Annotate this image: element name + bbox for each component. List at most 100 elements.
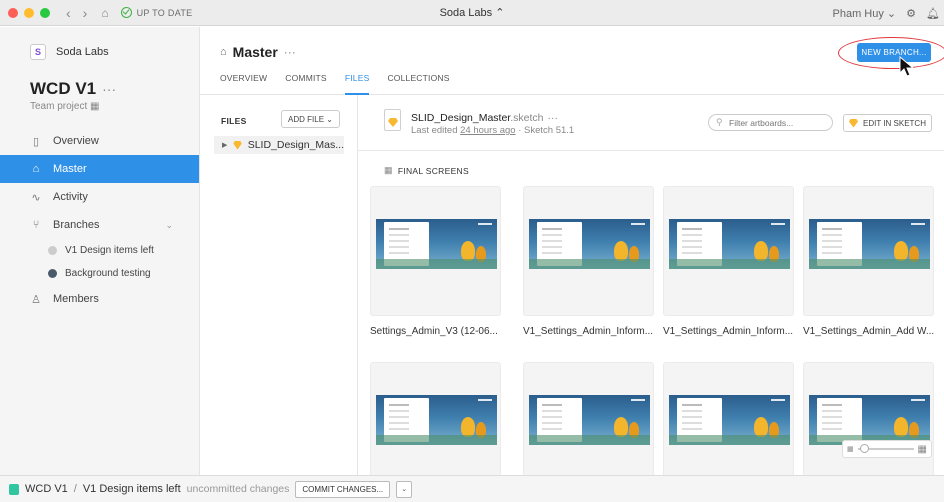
document-header: SLID_Design_Master.sketch ··· Last edited… — [358, 95, 944, 151]
add-file-button[interactable]: ADD FILE ⌄ — [281, 110, 340, 128]
file-name: SLID_Design_Mas... — [247, 139, 344, 151]
close-window-button[interactable] — [8, 7, 18, 18]
slider-track[interactable] — [857, 444, 914, 453]
meta-prefix: Last edited — [411, 125, 461, 136]
artboard-card[interactable] — [663, 362, 794, 475]
user-menu[interactable]: Pham Huy ⌄ — [833, 7, 897, 20]
artboard-card[interactable] — [370, 362, 501, 475]
sidebar-item-activity[interactable]: ∿ Activity — [0, 183, 199, 211]
branch-menu-button[interactable]: ··· — [284, 45, 296, 59]
forward-arrow-icon[interactable]: › — [83, 5, 88, 21]
sketch-file-icon — [233, 140, 242, 150]
project-menu-button[interactable]: ··· — [102, 81, 116, 97]
last-edited-link[interactable]: 24 hours ago — [460, 125, 515, 136]
meta-suffix: · Sketch 51.1 — [515, 125, 575, 136]
sync-status-label: UP TO DATE — [136, 7, 193, 18]
artboard-card[interactable] — [803, 186, 934, 316]
window-controls — [8, 7, 50, 18]
large-grid-icon[interactable]: ▦ — [918, 444, 927, 455]
nav-arrows: ‹ › — [66, 5, 87, 21]
tab-overview[interactable]: OVERVIEW — [220, 69, 267, 95]
minimize-window-button[interactable] — [24, 7, 34, 18]
branch-item[interactable]: Background testing — [0, 262, 199, 285]
sketch-icon — [849, 118, 858, 128]
project-status-icon — [9, 483, 19, 495]
file-tree-item[interactable]: ▶ SLID_Design_Mas... — [214, 136, 344, 154]
sidebar: S Soda Labs WCD V1 ··· Team project ▦ ▯ O… — [0, 27, 200, 475]
status-branch[interactable]: V1 Design items left — [83, 483, 181, 495]
back-arrow-icon[interactable]: ‹ — [66, 5, 71, 21]
sidebar-item-branches[interactable]: ⑂ Branches ⌄ — [0, 211, 199, 239]
artboard-label[interactable]: V1_Settings_Admin_Add W... — [803, 326, 934, 337]
main-header: ⌂ Master ··· OVERVIEW COMMITS FILES COLL… — [200, 27, 944, 95]
tab-files[interactable]: FILES — [344, 69, 370, 95]
artboard-thumbnail — [529, 219, 650, 269]
team-icon: ▦ — [90, 101, 100, 112]
org-switcher[interactable]: Soda Labs ⌃ — [440, 7, 505, 19]
sidebar-item-label: Members — [53, 293, 99, 305]
commit-changes-button[interactable]: COMMIT CHANGES... — [295, 480, 391, 498]
status-bar: WCD V1 / V1 Design items left uncommitte… — [0, 475, 944, 502]
document-menu-button[interactable]: ··· — [547, 112, 558, 124]
artboard-card[interactable] — [803, 362, 934, 475]
sidebar-item-overview[interactable]: ▯ Overview — [0, 127, 199, 155]
document-name-text: SLID_Design_Master — [411, 112, 511, 124]
org-logo-icon: S — [30, 44, 46, 60]
thumbnail-size-slider[interactable]: ▦ ▦ — [842, 440, 932, 458]
search-icon: ⚲ — [716, 117, 723, 127]
artboard-card[interactable] — [523, 186, 654, 316]
branch-item-label: V1 Design items left — [65, 245, 154, 256]
branch-home-icon: ⌂ — [220, 46, 227, 58]
commit-dropdown-button[interactable]: ⌄ — [396, 480, 413, 498]
check-circle-icon — [120, 7, 132, 18]
home-icon[interactable]: ⌂ — [101, 6, 108, 20]
edit-in-sketch-button[interactable]: EDIT IN SKETCH — [843, 114, 932, 132]
branches-icon: ⑂ — [32, 219, 40, 231]
sidebar-nav: ▯ Overview ⌂ Master ∿ Activity ⑂ Branche… — [0, 127, 199, 313]
artboard-thumbnail — [809, 219, 930, 269]
new-branch-button[interactable]: NEW BRANCH... — [857, 43, 931, 62]
org-header[interactable]: S Soda Labs — [30, 44, 109, 60]
project-type: Team project ▦ — [30, 101, 99, 112]
filter-artboards-input[interactable] — [708, 114, 833, 131]
sketch-document-icon — [384, 109, 401, 131]
artboard-card[interactable] — [663, 186, 794, 316]
page-title: ⌂ Master ··· — [220, 44, 296, 60]
uncommitted-status: uncommitted changes — [186, 483, 290, 495]
artboard-label[interactable]: V1_Settings_Admin_Inform... — [523, 326, 653, 337]
files-heading: FILES — [221, 116, 247, 126]
tab-bar: OVERVIEW COMMITS FILES COLLECTIONS — [220, 69, 450, 95]
tab-commits[interactable]: COMMITS — [285, 69, 327, 95]
page-title-text: Master — [232, 44, 278, 60]
settings-icon[interactable]: ⚙ — [906, 7, 916, 20]
artboard-card[interactable] — [523, 362, 654, 475]
document-name: SLID_Design_Master.sketch ··· — [411, 112, 558, 124]
artboard-card[interactable] — [370, 186, 501, 316]
sidebar-item-master[interactable]: ⌂ Master — [0, 155, 199, 183]
small-grid-icon[interactable]: ▦ — [847, 445, 854, 453]
status-separator: / — [73, 483, 77, 495]
tab-collections[interactable]: COLLECTIONS — [387, 69, 449, 95]
person-icon: ♙ — [31, 293, 41, 306]
maximize-window-button[interactable] — [40, 7, 50, 18]
artboard-thumbnail — [376, 395, 497, 445]
notification-bell-icon[interactable]: 🔔︎ — [926, 7, 940, 20]
artboard-thumbnail — [669, 395, 790, 445]
artboard-thumbnail — [809, 395, 930, 445]
expand-triangle-icon[interactable]: ▶ — [222, 141, 227, 149]
artboard-label[interactable]: Settings_Admin_V3 (12-06... — [370, 326, 498, 337]
sidebar-item-label: Branches — [53, 219, 100, 231]
chevron-down-icon[interactable]: ⌄ — [165, 220, 173, 231]
section-heading: ▦ FINAL SCREENS — [384, 165, 469, 176]
grid-icon: ▦ — [384, 165, 393, 175]
sidebar-item-members[interactable]: ♙ Members — [0, 285, 199, 313]
document-meta: Last edited 24 hours ago · Sketch 51.1 — [411, 125, 574, 136]
artboard-thumbnail — [669, 219, 790, 269]
edit-in-sketch-label: EDIT IN SKETCH — [863, 118, 926, 128]
org-name: Soda Labs — [56, 46, 109, 58]
branch-item[interactable]: V1 Design items left — [0, 239, 199, 262]
section-title: FINAL SCREENS — [397, 165, 469, 176]
status-project[interactable]: WCD V1 — [25, 483, 68, 495]
slider-knob[interactable] — [859, 444, 869, 453]
artboard-label[interactable]: V1_Settings_Admin_Inform... — [663, 326, 793, 337]
